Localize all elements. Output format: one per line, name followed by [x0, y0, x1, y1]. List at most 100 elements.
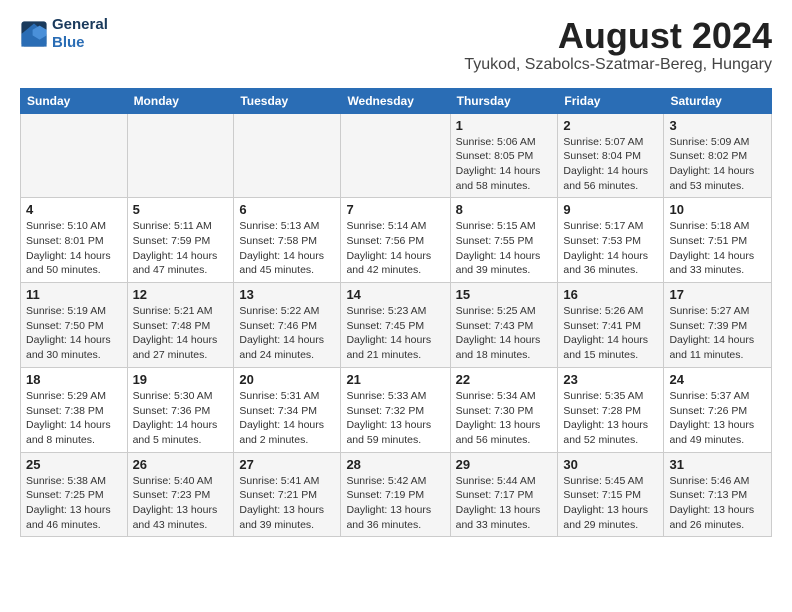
day-number: 25	[26, 457, 122, 472]
day-detail: Sunrise: 5:18 AM Sunset: 7:51 PM Dayligh…	[669, 219, 766, 278]
calendar-day-cell: 18Sunrise: 5:29 AM Sunset: 7:38 PM Dayli…	[21, 367, 128, 452]
calendar-day-cell: 31 Sunrise: 5:46 AM Sunset: 7:13 PM Dayli…	[664, 452, 772, 537]
calendar-day-cell	[21, 113, 128, 198]
calendar-day-cell: 16 Sunrise: 5:26 AM Sunset: 7:41 PM Dayli…	[558, 283, 664, 368]
day-number: 26	[133, 457, 229, 472]
day-detail: Sunrise: 5:15 AM Sunset: 7:55 PM Dayligh…	[456, 219, 553, 278]
day-number: 16	[563, 287, 658, 302]
day-number: 8	[456, 202, 553, 217]
day-number: 29	[456, 457, 553, 472]
day-detail: Sunrise: 5:17 AM Sunset: 7:53 PM Dayligh…	[563, 219, 658, 278]
day-number: 28	[346, 457, 444, 472]
location-subtitle: Tyukod, Szabolcs-Szatmar-Bereg, Hungary	[464, 56, 772, 74]
day-detail: Sunrise: 5:19 AM Sunset: 7:50 PM Dayligh…	[26, 304, 122, 363]
day-of-week-header: Sunday	[21, 88, 128, 113]
day-detail: Sunrise: 5:11 AM Sunset: 7:59 PM Dayligh…	[133, 219, 229, 278]
calendar-day-cell: 29 Sunrise: 5:44 AM Sunset: 7:17 PM Dayli…	[450, 452, 558, 537]
calendar-week-row: 18Sunrise: 5:29 AM Sunset: 7:38 PM Dayli…	[21, 367, 772, 452]
calendar-day-cell: 8 Sunrise: 5:15 AM Sunset: 7:55 PM Daylig…	[450, 198, 558, 283]
calendar-day-cell: 6 Sunrise: 5:13 AM Sunset: 7:58 PM Daylig…	[234, 198, 341, 283]
day-detail: Sunrise: 5:21 AM Sunset: 7:48 PM Dayligh…	[133, 304, 229, 363]
day-number: 14	[346, 287, 444, 302]
day-number: 24	[669, 372, 766, 387]
day-detail: Sunrise: 5:06 AM Sunset: 8:05 PM Dayligh…	[456, 135, 553, 194]
day-detail: Sunrise: 5:31 AM Sunset: 7:34 PM Dayligh…	[239, 389, 335, 448]
day-detail: Sunrise: 5:37 AM Sunset: 7:26 PM Dayligh…	[669, 389, 766, 448]
day-number: 11	[26, 287, 122, 302]
day-number: 1	[456, 118, 553, 133]
calendar-table: SundayMondayTuesdayWednesdayThursdayFrid…	[20, 88, 772, 538]
calendar-day-cell	[127, 113, 234, 198]
page-header: General Blue August 2024 Tyukod, Szabolc…	[20, 16, 772, 82]
calendar-day-cell: 21Sunrise: 5:33 AM Sunset: 7:32 PM Dayli…	[341, 367, 450, 452]
day-number: 5	[133, 202, 229, 217]
day-number: 19	[133, 372, 229, 387]
day-number: 7	[346, 202, 444, 217]
day-detail: Sunrise: 5:10 AM Sunset: 8:01 PM Dayligh…	[26, 219, 122, 278]
calendar-day-cell: 4Sunrise: 5:10 AM Sunset: 8:01 PM Daylig…	[21, 198, 128, 283]
day-detail: Sunrise: 5:35 AM Sunset: 7:28 PM Dayligh…	[563, 389, 658, 448]
day-detail: Sunrise: 5:38 AM Sunset: 7:25 PM Dayligh…	[26, 474, 122, 533]
day-detail: Sunrise: 5:22 AM Sunset: 7:46 PM Dayligh…	[239, 304, 335, 363]
day-number: 6	[239, 202, 335, 217]
day-detail: Sunrise: 5:33 AM Sunset: 7:32 PM Dayligh…	[346, 389, 444, 448]
day-detail: Sunrise: 5:45 AM Sunset: 7:15 PM Dayligh…	[563, 474, 658, 533]
day-number: 9	[563, 202, 658, 217]
calendar-day-cell: 1 Sunrise: 5:06 AM Sunset: 8:05 PM Daylig…	[450, 113, 558, 198]
calendar-day-cell: 25 Sunrise: 5:38 AM Sunset: 7:25 PM Dayli…	[21, 452, 128, 537]
calendar-day-cell: 11 Sunrise: 5:19 AM Sunset: 7:50 PM Dayli…	[21, 283, 128, 368]
day-number: 3	[669, 118, 766, 133]
day-of-week-header: Wednesday	[341, 88, 450, 113]
day-detail: Sunrise: 5:40 AM Sunset: 7:23 PM Dayligh…	[133, 474, 229, 533]
day-of-week-header: Tuesday	[234, 88, 341, 113]
calendar-day-cell	[234, 113, 341, 198]
calendar-day-cell: 22 Sunrise: 5:34 AM Sunset: 7:30 PM Dayli…	[450, 367, 558, 452]
calendar-day-cell: 27 Sunrise: 5:41 AM Sunset: 7:21 PM Dayli…	[234, 452, 341, 537]
day-of-week-header: Monday	[127, 88, 234, 113]
calendar-day-cell: 24 Sunrise: 5:37 AM Sunset: 7:26 PM Dayli…	[664, 367, 772, 452]
day-detail: Sunrise: 5:23 AM Sunset: 7:45 PM Dayligh…	[346, 304, 444, 363]
calendar-day-cell: 23 Sunrise: 5:35 AM Sunset: 7:28 PM Dayli…	[558, 367, 664, 452]
title-block: August 2024 Tyukod, Szabolcs-Szatmar-Ber…	[464, 16, 772, 82]
day-number: 23	[563, 372, 658, 387]
day-detail: Sunrise: 5:30 AM Sunset: 7:36 PM Dayligh…	[133, 389, 229, 448]
day-detail: Sunrise: 5:07 AM Sunset: 8:04 PM Dayligh…	[563, 135, 658, 194]
logo-text: General Blue	[52, 16, 108, 52]
day-number: 2	[563, 118, 658, 133]
calendar-day-cell: 7 Sunrise: 5:14 AM Sunset: 7:56 PM Daylig…	[341, 198, 450, 283]
calendar-day-cell: 13 Sunrise: 5:22 AM Sunset: 7:46 PM Dayli…	[234, 283, 341, 368]
day-detail: Sunrise: 5:46 AM Sunset: 7:13 PM Dayligh…	[669, 474, 766, 533]
logo: General Blue	[20, 16, 108, 52]
day-number: 31	[669, 457, 766, 472]
day-number: 22	[456, 372, 553, 387]
day-detail: Sunrise: 5:14 AM Sunset: 7:56 PM Dayligh…	[346, 219, 444, 278]
calendar-day-cell: 2 Sunrise: 5:07 AM Sunset: 8:04 PM Daylig…	[558, 113, 664, 198]
calendar-day-cell: 9 Sunrise: 5:17 AM Sunset: 7:53 PM Daylig…	[558, 198, 664, 283]
day-detail: Sunrise: 5:26 AM Sunset: 7:41 PM Dayligh…	[563, 304, 658, 363]
calendar-week-row: 25 Sunrise: 5:38 AM Sunset: 7:25 PM Dayli…	[21, 452, 772, 537]
day-detail: Sunrise: 5:34 AM Sunset: 7:30 PM Dayligh…	[456, 389, 553, 448]
day-detail: Sunrise: 5:44 AM Sunset: 7:17 PM Dayligh…	[456, 474, 553, 533]
day-detail: Sunrise: 5:41 AM Sunset: 7:21 PM Dayligh…	[239, 474, 335, 533]
day-number: 18	[26, 372, 122, 387]
day-number: 15	[456, 287, 553, 302]
calendar-day-cell: 5 Sunrise: 5:11 AM Sunset: 7:59 PM Daylig…	[127, 198, 234, 283]
calendar-day-cell: 26 Sunrise: 5:40 AM Sunset: 7:23 PM Dayli…	[127, 452, 234, 537]
calendar-day-cell: 17Sunrise: 5:27 AM Sunset: 7:39 PM Dayli…	[664, 283, 772, 368]
day-detail: Sunrise: 5:27 AM Sunset: 7:39 PM Dayligh…	[669, 304, 766, 363]
logo-icon	[20, 20, 48, 48]
day-detail: Sunrise: 5:25 AM Sunset: 7:43 PM Dayligh…	[456, 304, 553, 363]
day-detail: Sunrise: 5:13 AM Sunset: 7:58 PM Dayligh…	[239, 219, 335, 278]
calendar-day-cell: 10 Sunrise: 5:18 AM Sunset: 7:51 PM Dayli…	[664, 198, 772, 283]
day-number: 12	[133, 287, 229, 302]
day-of-week-header: Saturday	[664, 88, 772, 113]
day-number: 13	[239, 287, 335, 302]
calendar-day-cell: 28 Sunrise: 5:42 AM Sunset: 7:19 PM Dayli…	[341, 452, 450, 537]
calendar-week-row: 1 Sunrise: 5:06 AM Sunset: 8:05 PM Daylig…	[21, 113, 772, 198]
day-detail: Sunrise: 5:42 AM Sunset: 7:19 PM Dayligh…	[346, 474, 444, 533]
day-of-week-header: Thursday	[450, 88, 558, 113]
calendar-day-cell: 3Sunrise: 5:09 AM Sunset: 8:02 PM Daylig…	[664, 113, 772, 198]
day-number: 27	[239, 457, 335, 472]
day-number: 10	[669, 202, 766, 217]
calendar-day-cell: 15 Sunrise: 5:25 AM Sunset: 7:43 PM Dayli…	[450, 283, 558, 368]
